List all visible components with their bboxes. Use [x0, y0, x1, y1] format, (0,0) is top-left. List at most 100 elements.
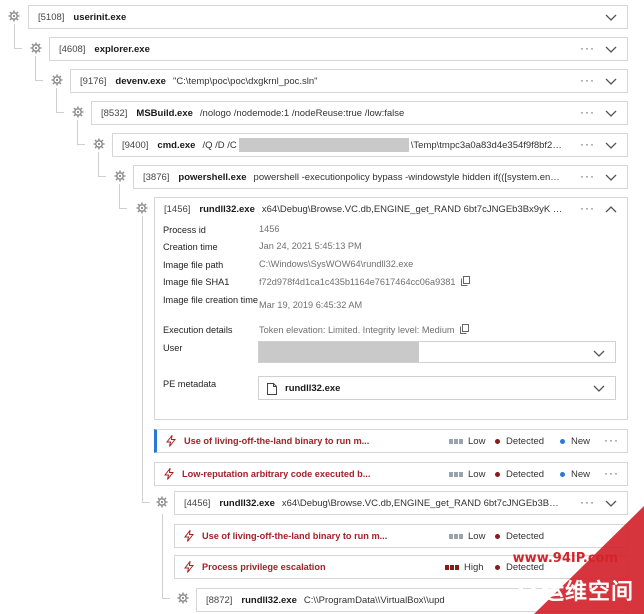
state-label: New [571, 436, 591, 447]
alert-title: Use of living-off-the-land binary to run… [202, 531, 388, 541]
process-name: powershell.exe [178, 171, 247, 183]
watermark-text: IT运维空间 [516, 580, 634, 605]
more-actions-icon[interactable]: ··· [580, 74, 595, 86]
alert-title: Low-reputation arbitrary code executed b… [182, 469, 371, 479]
process-command-line: /Q /D /C [202, 139, 237, 151]
pe-metadata-value: rundll32.exe [285, 383, 341, 394]
more-actions-icon[interactable]: ··· [580, 42, 595, 54]
detail-value: Mar 19, 2019 6:45:32 AM [259, 300, 363, 310]
copy-icon[interactable] [460, 276, 470, 286]
more-actions-icon[interactable]: ··· [580, 202, 595, 214]
process-id: [9400] [122, 139, 149, 151]
process-id: [8532] [101, 107, 128, 119]
gear-icon [51, 74, 63, 86]
copy-icon[interactable] [459, 324, 469, 334]
detail-label: Process id [163, 225, 206, 235]
severity: Low [449, 469, 485, 480]
chevron-down-icon[interactable] [605, 109, 617, 118]
redacted-block [238, 138, 409, 152]
pe-metadata-dropdown[interactable]: rundll32.exe [258, 376, 616, 400]
severity-label: Low [468, 469, 486, 480]
user-dropdown[interactable] [258, 341, 616, 363]
process-id: [4456] [184, 497, 211, 509]
alert-title: Use of living-off-the-land binary to run… [184, 436, 370, 446]
lightning-icon [164, 468, 174, 480]
gear-icon [114, 170, 126, 182]
redacted-user [259, 342, 419, 362]
process-command-line: powershell -executionpolicy bypass -wind… [253, 171, 563, 183]
document-icon [267, 383, 277, 395]
status-label: Detected [506, 469, 545, 480]
alert-title: Process privilege escalation [202, 562, 326, 572]
gear-icon [72, 106, 84, 118]
detail-label: Image file creation time [163, 295, 258, 305]
detection-status: Detected [495, 436, 544, 447]
gear-icon [136, 202, 148, 214]
process-node-msbuild[interactable]: [8532] MSBuild.exe /nologo /nodemode:1 /… [91, 101, 628, 125]
alert-row[interactable]: Use of living-off-the-land binary to run… [154, 429, 628, 453]
process-name: MSBuild.exe [136, 107, 193, 119]
detail-label: PE metadata [163, 379, 217, 389]
detection-status: Detected [495, 469, 544, 480]
more-actions-icon[interactable]: ··· [604, 467, 619, 479]
chevron-down-icon[interactable] [605, 77, 617, 86]
status-dot [495, 439, 500, 444]
process-node-rundll32-expanded[interactable]: [1456] rundll32.exe x64\Debug\Browse.VC.… [154, 197, 628, 221]
status-dot [495, 472, 500, 477]
chevron-down-icon[interactable] [605, 173, 617, 182]
process-node-userinit[interactable]: [5108] userinit.exe [28, 5, 628, 29]
status-label: Detected [506, 436, 545, 447]
chevron-down-icon[interactable] [605, 141, 617, 150]
chevron-down-icon[interactable] [593, 349, 605, 358]
lightning-icon [166, 435, 176, 447]
process-command-line-tail: \Temp\tmpc3a0a83d4e354f9f8bf28f18efd1ad.… [410, 139, 563, 151]
detail-value: f72d978f4d1ca1c435b1164e7617464cc06a9381 [259, 276, 470, 287]
alert-state: New [560, 436, 590, 447]
process-id: [5108] [38, 11, 65, 23]
gear-icon [8, 10, 20, 22]
lightning-icon [184, 561, 194, 573]
severity-bars [449, 439, 463, 444]
detail-label: Image file path [163, 260, 224, 270]
gear-icon [177, 592, 189, 604]
process-name: rundll32.exe [241, 594, 297, 606]
more-actions-icon[interactable]: ··· [580, 138, 595, 150]
process-command-line: x64\Debug\Browse.VC.db,ENGINE_get_RAND 6… [261, 203, 563, 215]
process-node-cmd[interactable]: [9400] cmd.exe /Q /D /C \Temp\tmpc3a0a83… [112, 133, 628, 157]
detail-value: 1456 [259, 224, 280, 234]
chevron-down-icon[interactable] [605, 13, 617, 22]
severity-bars [449, 472, 463, 477]
chevron-up-icon[interactable] [605, 205, 617, 214]
exec-text: Token elevation: Limited. Integrity leve… [259, 325, 455, 335]
severity-label: Low [468, 436, 486, 447]
process-name: cmd.exe [157, 139, 196, 151]
process-node-devenv[interactable]: [9176] devenv.exe "C:\temp\poc\poc\dxgkr… [70, 69, 628, 93]
process-command-line: "C:\temp\poc\poc\dxgkrnl_poc.sln" [172, 75, 318, 87]
process-name: rundll32.exe [219, 497, 275, 509]
detail-label: User [163, 343, 183, 353]
process-name: explorer.exe [94, 43, 150, 55]
gear-icon [156, 496, 168, 508]
more-actions-icon[interactable]: ··· [580, 170, 595, 182]
detail-label: Creation time [163, 242, 218, 252]
process-id: [4608] [59, 43, 86, 55]
chevron-down-icon[interactable] [605, 45, 617, 54]
detail-value: Token elevation: Limited. Integrity leve… [259, 324, 469, 335]
process-node-explorer[interactable]: [4608] explorer.exe ··· [49, 37, 628, 61]
detail-label: Execution details [163, 325, 233, 335]
alert-state: New [560, 469, 590, 480]
detail-label: Image file SHA1 [163, 277, 230, 287]
more-actions-icon[interactable]: ··· [580, 106, 595, 118]
state-label: New [571, 469, 591, 480]
severity: Low [449, 436, 485, 447]
process-name: userinit.exe [73, 11, 127, 23]
gear-icon [93, 138, 105, 150]
process-node-powershell[interactable]: [3876] powershell.exe powershell -execut… [133, 165, 628, 189]
process-command-line: /nologo /nodemode:1 /nodeReuse:true /low… [199, 107, 405, 119]
chevron-down-icon[interactable] [593, 384, 605, 393]
process-id: [3876] [143, 171, 170, 183]
alert-row[interactable]: Low-reputation arbitrary code executed b… [154, 462, 628, 486]
more-actions-icon[interactable]: ··· [604, 434, 619, 446]
gear-icon [30, 42, 42, 54]
process-id: [1456] [164, 203, 191, 215]
